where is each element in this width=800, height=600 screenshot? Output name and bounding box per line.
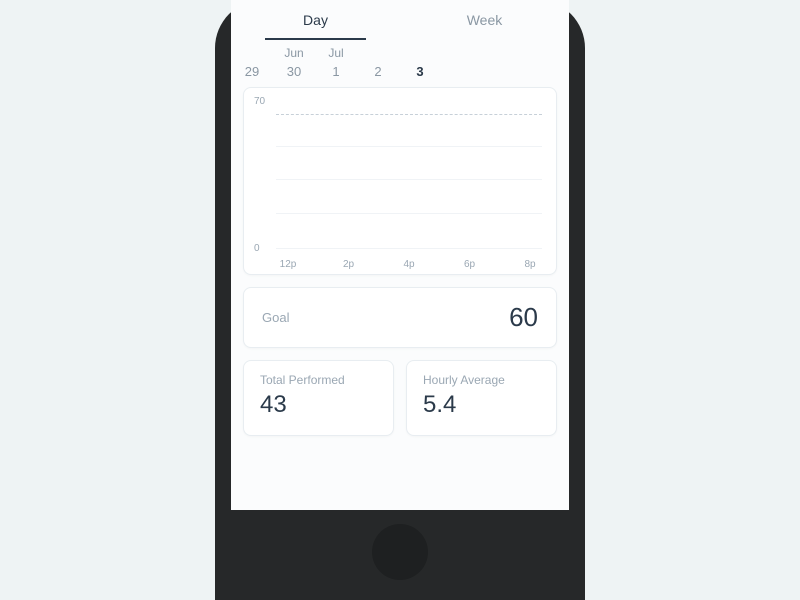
tab-day[interactable]: Day bbox=[231, 0, 400, 40]
hourly-average-label: Hourly Average bbox=[423, 373, 540, 387]
month-row: Jun Jul bbox=[231, 40, 569, 60]
day-3[interactable]: 3 bbox=[399, 64, 441, 79]
hourly-average-card: Hourly Average 5.4 bbox=[406, 360, 557, 436]
y-axis-max: 70 bbox=[254, 96, 265, 107]
day-2[interactable]: 2 bbox=[357, 64, 399, 79]
x-axis-ticks: 12p 2p 4p 6p 8p bbox=[276, 259, 542, 270]
view-tabs: Day Week bbox=[231, 0, 569, 40]
screen: Day Week Jun Jul 29 30 1 2 3 70 0 bbox=[231, 0, 569, 510]
month-label bbox=[231, 46, 273, 60]
goal-label: Goal bbox=[262, 310, 289, 325]
x-tick: 12p bbox=[276, 259, 300, 270]
day-29[interactable]: 29 bbox=[231, 64, 273, 79]
tab-week[interactable]: Week bbox=[400, 0, 569, 40]
gridline bbox=[276, 248, 542, 249]
goal-card[interactable]: Goal 60 bbox=[243, 287, 557, 348]
activity-chart: 70 0 12p 2p 4p 6p 8p bbox=[258, 98, 542, 268]
total-performed-label: Total Performed bbox=[260, 373, 377, 387]
gridline bbox=[276, 213, 542, 214]
day-30[interactable]: 30 bbox=[273, 64, 315, 79]
x-tick: 8p bbox=[518, 259, 542, 270]
gridline bbox=[276, 179, 542, 180]
hourly-average-value: 5.4 bbox=[423, 391, 540, 419]
goal-gridline bbox=[276, 114, 542, 115]
total-performed-card: Total Performed 43 bbox=[243, 360, 394, 436]
stats-row: Total Performed 43 Hourly Average 5.4 bbox=[243, 360, 557, 436]
gridline bbox=[276, 146, 542, 147]
month-label: Jul bbox=[315, 46, 357, 60]
home-button[interactable] bbox=[372, 524, 428, 580]
x-tick: 4p bbox=[397, 259, 421, 270]
goal-value: 60 bbox=[509, 302, 538, 333]
x-tick: 6p bbox=[458, 259, 482, 270]
day-1[interactable]: 1 bbox=[315, 64, 357, 79]
plot-area bbox=[276, 102, 542, 248]
x-tick: 2p bbox=[337, 259, 361, 270]
month-label bbox=[357, 46, 399, 60]
day-row: 29 30 1 2 3 bbox=[231, 60, 569, 87]
total-performed-value: 43 bbox=[260, 391, 377, 419]
phone-frame: Day Week Jun Jul 29 30 1 2 3 70 0 bbox=[215, 0, 585, 600]
month-label bbox=[399, 46, 441, 60]
month-label: Jun bbox=[273, 46, 315, 60]
y-axis-min: 0 bbox=[254, 243, 260, 254]
chart-card: 70 0 12p 2p 4p 6p 8p bbox=[243, 87, 557, 275]
